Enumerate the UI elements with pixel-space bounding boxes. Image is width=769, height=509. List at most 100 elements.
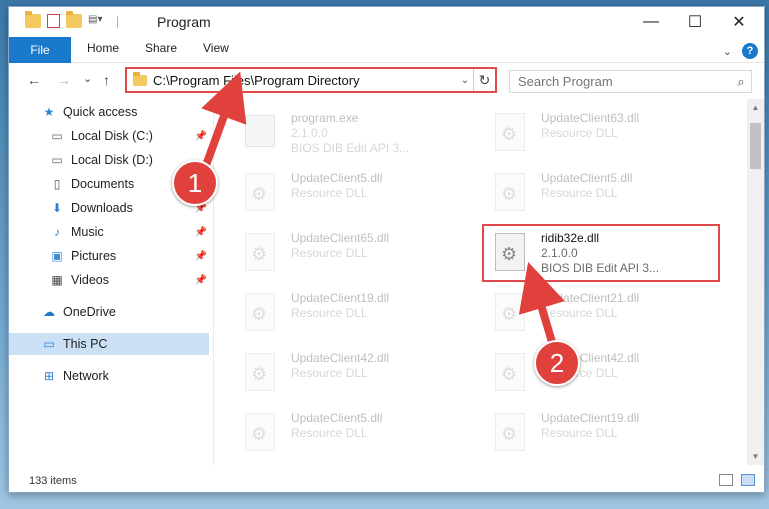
new-folder-icon[interactable]: [66, 11, 82, 28]
sidebar-item-quick-access[interactable]: ★ Quick access: [9, 101, 209, 123]
file-name: program.exe: [291, 111, 359, 125]
file-version: 2.1.0.0: [291, 126, 328, 140]
tab-home[interactable]: Home: [87, 41, 119, 55]
help-icon[interactable]: ?: [742, 43, 758, 59]
file-type: Resource DLL: [541, 186, 618, 200]
sidebar-item-label: Downloads: [71, 201, 133, 215]
scroll-up-icon[interactable]: ▲: [747, 99, 764, 116]
file-type: Resource DLL: [291, 366, 368, 380]
file-name: UpdateClient5.dll: [291, 171, 383, 185]
sidebar-item-label: Pictures: [71, 249, 117, 263]
file-type: Resource DLL: [291, 306, 368, 320]
target-file-highlight: [482, 224, 720, 282]
details-view-icon[interactable]: [719, 474, 733, 486]
file-item[interactable]: UpdateClient21.dll Resource DLL: [465, 289, 705, 345]
file-item[interactable]: UpdateClient5.dll Resource DLL: [215, 409, 455, 465]
file-name: UpdateClient42.dll: [291, 351, 390, 365]
sidebar-item-this-pc[interactable]: ▭ This PC: [9, 333, 209, 355]
dll-icon: [491, 173, 529, 217]
address-dropdown-icon[interactable]: ⌄: [457, 75, 473, 86]
pin-icon: 📌: [194, 130, 207, 142]
scroll-thumb[interactable]: [750, 123, 761, 169]
navigation-bar: ← → ⌄ ↑ C:\Program Files\Program Directo…: [9, 64, 764, 98]
customize-icon[interactable]: ▤▾: [88, 14, 110, 28]
maximize-button[interactable]: ☐: [672, 7, 718, 37]
file-name: UpdateClient5.dll: [291, 411, 383, 425]
dll-icon: [491, 353, 529, 397]
window-title: Program: [157, 14, 211, 30]
chevron-down-icon[interactable]: ⌄: [723, 45, 732, 58]
file-item[interactable]: UpdateClient63.dll Resource DLL: [465, 109, 705, 165]
videos-icon: ▦: [51, 273, 63, 287]
folder-icon: [25, 11, 41, 28]
properties-icon[interactable]: [47, 14, 60, 28]
sidebar-item-label: Local Disk (C:): [71, 129, 153, 143]
sidebar-item-music[interactable]: ♪ Music 📌: [9, 221, 209, 243]
scroll-down-icon[interactable]: ▼: [747, 448, 764, 465]
sidebar-item-label: Network: [63, 369, 109, 383]
file-name: UpdateClient21.dll: [541, 291, 640, 305]
file-item[interactable]: program.exe 2.1.0.0 BIOS DIB Edit API 3.…: [215, 109, 455, 165]
sidebar-item-onedrive[interactable]: ☁ OneDrive: [9, 301, 209, 323]
file-name: UpdateClient63.dll: [541, 111, 640, 125]
tab-share[interactable]: Share: [145, 41, 177, 55]
dll-icon: [241, 293, 279, 337]
file-name: UpdateClient19.dll: [291, 291, 390, 305]
downloads-icon: ⬇: [51, 201, 63, 215]
recent-locations-button[interactable]: ⌄: [83, 72, 92, 85]
file-item[interactable]: UpdateClient19.dll Resource DLL: [465, 409, 705, 465]
pin-icon: 📌: [194, 274, 207, 286]
quick-access-toolbar: ▤▾ |: [25, 11, 120, 28]
close-button[interactable]: ✕: [716, 7, 762, 37]
dll-icon: [491, 293, 529, 337]
sidebar-item-local-disk-c[interactable]: ▭ Local Disk (C:) 📌: [9, 125, 209, 147]
search-input[interactable]: [510, 74, 731, 89]
vertical-scrollbar[interactable]: ▲ ▼: [747, 99, 764, 465]
search-box[interactable]: ⌕: [509, 70, 752, 93]
exe-icon: [241, 113, 279, 157]
file-item[interactable]: UpdateClient5.dll Resource DLL: [465, 169, 705, 225]
file-item[interactable]: UpdateClient5.dll Resource DLL: [215, 169, 455, 225]
music-icon: ♪: [54, 225, 60, 239]
sidebar-item-label: Quick access: [63, 105, 138, 119]
sidebar-item-pictures[interactable]: ▣ Pictures 📌: [9, 245, 209, 267]
sidebar-item-label: This PC: [63, 337, 108, 351]
ribbon: File Home Share View ⌄ ?: [9, 37, 764, 63]
pictures-icon: ▣: [51, 249, 63, 263]
navigation-pane: ★ Quick access ▭ Local Disk (C:) 📌 ▭ Loc…: [9, 99, 213, 465]
file-description: BIOS DIB Edit API 3...: [291, 141, 410, 155]
folder-icon: [133, 71, 147, 86]
file-type: Resource DLL: [541, 306, 618, 320]
search-icon[interactable]: ⌕: [731, 74, 751, 90]
file-name: UpdateClient19.dll: [541, 411, 640, 425]
back-button[interactable]: ←: [27, 72, 41, 88]
file-item[interactable]: UpdateClient42.dll Resource DLL: [215, 349, 455, 405]
refresh-icon[interactable]: ↻: [473, 69, 495, 91]
dll-icon: [241, 173, 279, 217]
sidebar-item-network[interactable]: ⊞ Network: [9, 365, 209, 387]
up-button[interactable]: ↑: [103, 72, 110, 88]
address-bar[interactable]: C:\Program Files\Program Directory ⌄ ↻: [125, 67, 497, 93]
ribbon-controls: ⌄ ?: [723, 43, 758, 59]
sidebar-item-label: Local Disk (D:): [71, 153, 153, 167]
large-icons-view-icon[interactable]: [741, 474, 755, 486]
file-type: Resource DLL: [291, 426, 368, 440]
dll-icon: [491, 413, 529, 457]
star-icon: ★: [43, 105, 55, 119]
computer-icon: ▭: [43, 337, 55, 351]
tab-file[interactable]: File: [9, 37, 71, 63]
file-item[interactable]: UpdateClient42.dll Resource DLL: [465, 349, 705, 405]
file-item[interactable]: UpdateClient65.dll Resource DLL: [215, 229, 455, 285]
title-separator: |: [116, 14, 120, 28]
pin-icon: 📌: [194, 226, 207, 238]
tab-view[interactable]: View: [203, 41, 229, 55]
drive-icon: ▭: [51, 129, 63, 143]
forward-button[interactable]: →: [57, 72, 71, 88]
file-item[interactable]: UpdateClient19.dll Resource DLL: [215, 289, 455, 345]
dll-icon: [241, 233, 279, 277]
network-icon: ⊞: [43, 369, 55, 383]
minimize-button[interactable]: —: [628, 7, 674, 37]
address-path[interactable]: C:\Program Files\Program Directory: [153, 73, 457, 88]
dll-icon: [241, 413, 279, 457]
sidebar-item-videos[interactable]: ▦ Videos 📌: [9, 269, 209, 291]
